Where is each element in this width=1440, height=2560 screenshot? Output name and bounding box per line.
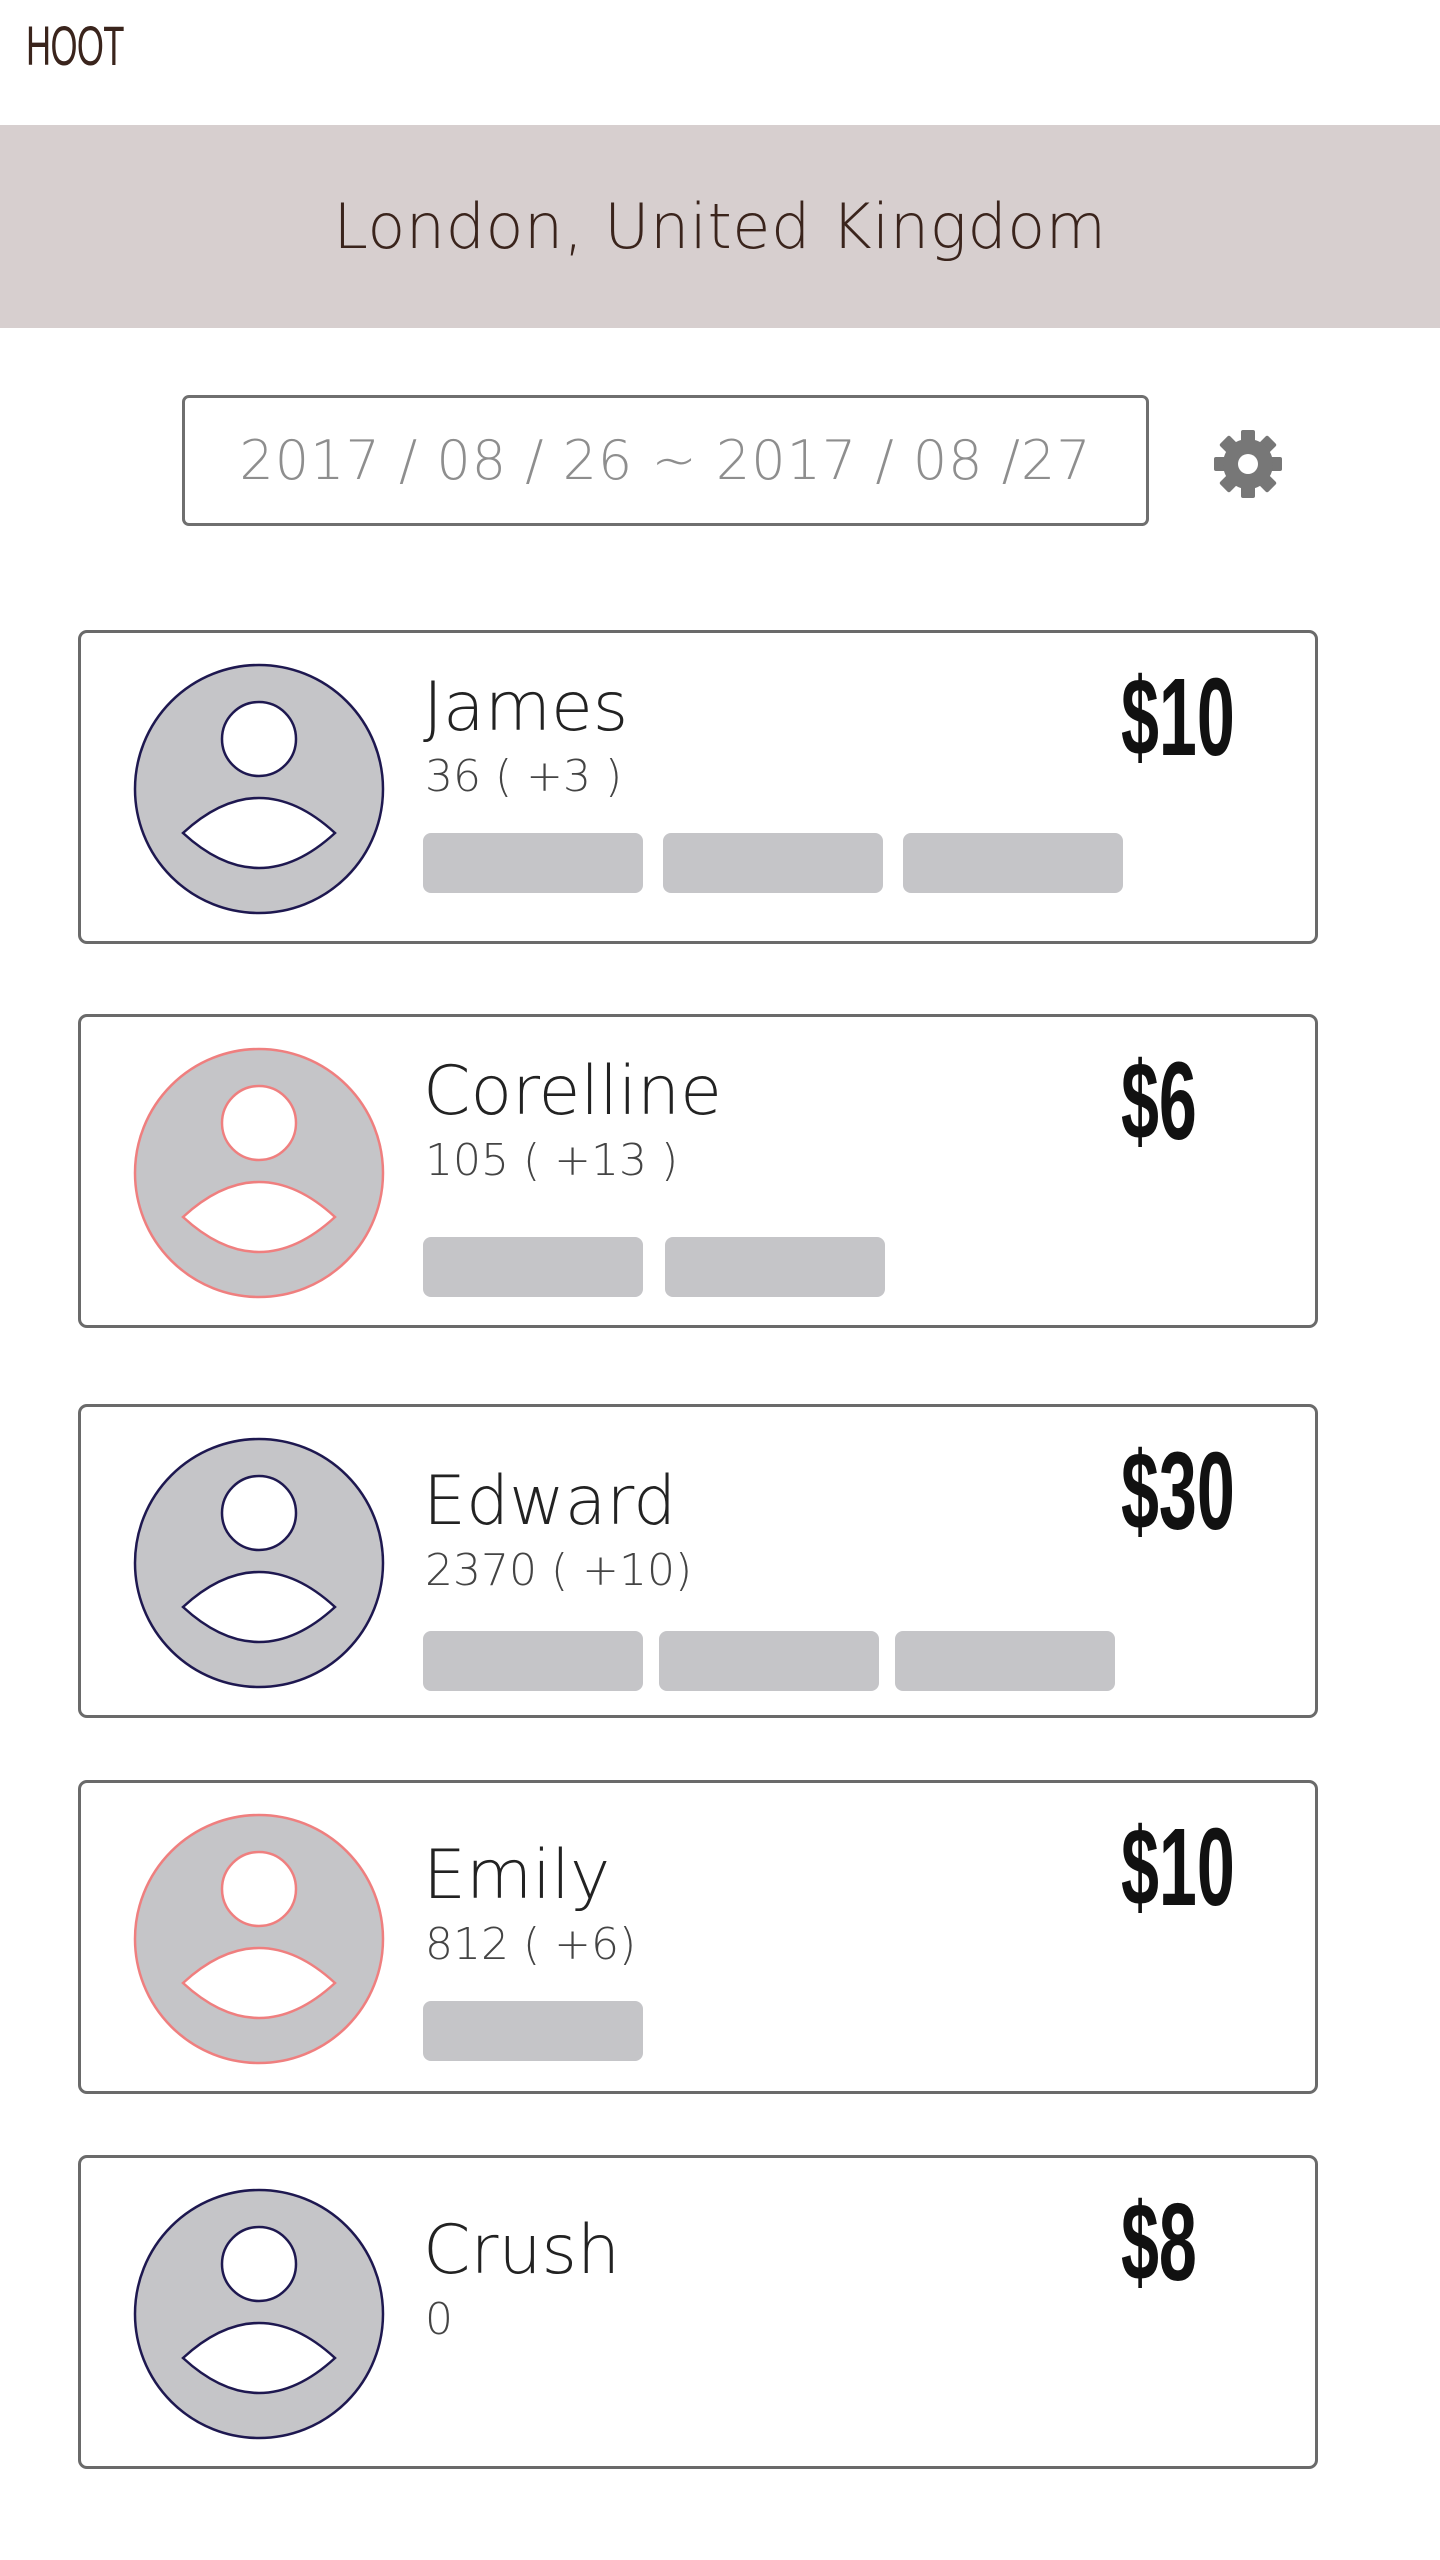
profile-card[interactable]: James 36 ( +3 ) $10 — [78, 630, 1318, 944]
tag-placeholder — [903, 833, 1123, 893]
app-title: HOOT — [26, 14, 124, 77]
avatar-icon — [133, 1813, 385, 2065]
settings-button[interactable] — [1212, 428, 1284, 500]
profile-name: James — [423, 668, 629, 747]
profile-score: 105 ( +13 ) — [425, 1135, 679, 1186]
avatar-icon — [133, 1047, 385, 1299]
profile-price: $10 — [1121, 656, 1235, 779]
profile-score: 2370 ( +10) — [425, 1545, 693, 1596]
profile-price: $30 — [1121, 1430, 1235, 1553]
profile-card[interactable]: Edward 2370 ( +10) $30 — [78, 1404, 1318, 1718]
profile-card[interactable]: Crush 0 $8 — [78, 2155, 1318, 2469]
profile-price: $10 — [1121, 1806, 1235, 1929]
gear-icon — [1214, 430, 1282, 498]
profile-price: $8 — [1121, 2181, 1197, 2304]
tag-placeholder — [423, 2001, 643, 2061]
profile-name: Emily — [423, 1836, 611, 1915]
tag-placeholder — [659, 1631, 879, 1691]
date-range-text: 2017 / 08 / 26 ~ 2017 / 08 /27 — [239, 429, 1092, 492]
profile-card[interactable]: Corelline 105 ( +13 ) $6 — [78, 1014, 1318, 1328]
tag-placeholder — [423, 833, 643, 893]
tag-placeholder — [663, 833, 883, 893]
avatar-icon — [133, 663, 385, 915]
avatar-icon — [133, 2188, 385, 2440]
profile-price: $6 — [1121, 1040, 1197, 1163]
profile-score: 36 ( +3 ) — [425, 751, 623, 802]
profile-name: Corelline — [423, 1052, 722, 1131]
location-label: London, United Kingdom — [333, 190, 1107, 263]
tag-placeholder — [665, 1237, 885, 1297]
profile-card[interactable]: Emily 812 ( +6) $10 — [78, 1780, 1318, 2094]
avatar-icon — [133, 1437, 385, 1689]
tag-placeholder — [895, 1631, 1115, 1691]
location-banner[interactable]: London, United Kingdom — [0, 125, 1440, 328]
profile-name: Edward — [423, 1462, 677, 1541]
profile-name: Crush — [423, 2211, 621, 2290]
date-range-field[interactable]: 2017 / 08 / 26 ~ 2017 / 08 /27 — [182, 395, 1149, 526]
profile-score: 0 — [425, 2294, 453, 2345]
tag-placeholder — [423, 1631, 643, 1691]
profile-score: 812 ( +6) — [425, 1919, 637, 1970]
tag-placeholder — [423, 1237, 643, 1297]
